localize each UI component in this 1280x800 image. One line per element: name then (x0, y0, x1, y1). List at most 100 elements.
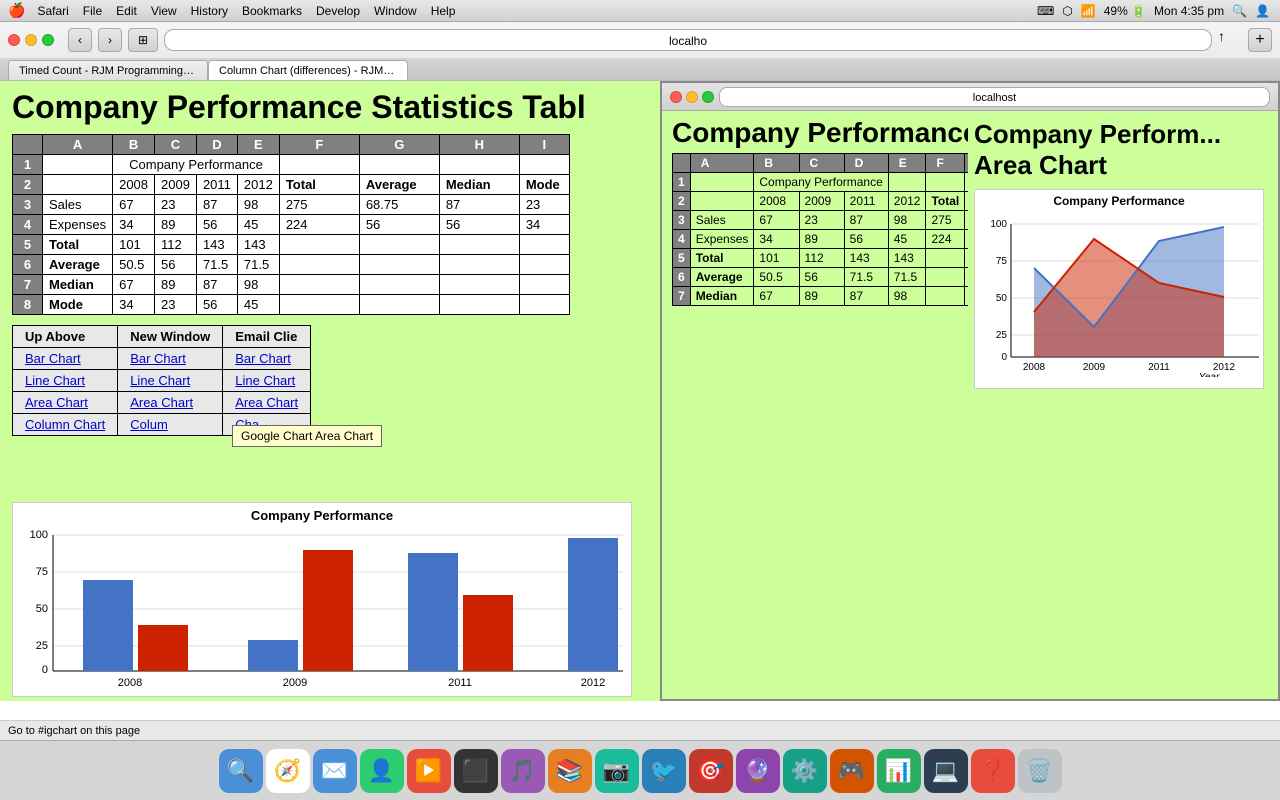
svg-text:2011: 2011 (448, 677, 472, 688)
dock-youtube-icon[interactable]: ▶️ (407, 749, 451, 793)
svg-text:0: 0 (42, 664, 48, 676)
tab-1[interactable]: Timed Count - RJM Programming - December… (8, 60, 208, 80)
dock-finder-icon[interactable]: 🔍 (219, 749, 263, 793)
nav-barchart-2[interactable]: Bar Chart (118, 348, 223, 370)
back-button[interactable]: ‹ (68, 28, 92, 52)
cell-2-h: Median (439, 175, 519, 195)
cell-4-f: 224 (279, 215, 359, 235)
nav-barchart-3[interactable]: Bar Chart (223, 348, 311, 370)
cell-3-e: 98 (237, 195, 279, 215)
cell-3-h: 87 (439, 195, 519, 215)
dock-music-icon[interactable]: 🎵 (501, 749, 545, 793)
nav-link-barchart-1[interactable]: Bar Chart (25, 351, 81, 366)
sw-maximize-btn[interactable] (702, 91, 714, 103)
address-bar[interactable]: localho (164, 29, 1212, 51)
row-3: 3 (13, 195, 43, 215)
dock-app-icon-1[interactable]: 🎯 (689, 749, 733, 793)
svg-text:25: 25 (36, 640, 48, 652)
dock-trash-icon[interactable]: 🗑️ (1018, 749, 1062, 793)
nav-link-barchart-3[interactable]: Bar Chart (235, 351, 291, 366)
bar-2011-expenses (463, 595, 513, 671)
tab-2[interactable]: Column Chart (differences) - RJM Prog... (208, 60, 408, 80)
sw-cell-6f (926, 268, 965, 287)
svg-text:25: 25 (996, 330, 1008, 341)
share-button[interactable]: ↑ (1218, 28, 1242, 52)
sw-close-btn[interactable] (670, 91, 682, 103)
menu-develop[interactable]: Develop (316, 4, 360, 18)
nav-link-areachart-2[interactable]: Area Chart (130, 395, 193, 410)
menu-edit[interactable]: Edit (116, 4, 137, 18)
nav-link-barchart-2[interactable]: Bar Chart (130, 351, 186, 366)
show-tab-button[interactable]: ⊞ (128, 28, 158, 52)
dock-twitter-icon[interactable]: 🐦 (642, 749, 686, 793)
menu-view[interactable]: View (151, 4, 177, 18)
nav-link-columnchart-2[interactable]: Colum (130, 417, 168, 432)
dock-safari-icon[interactable]: 🧭 (266, 749, 310, 793)
nav-barchart-1[interactable]: Bar Chart (13, 348, 118, 370)
menu-file[interactable]: File (83, 4, 102, 18)
row-8: 8 (13, 295, 43, 315)
sw-subtitle: Company Perform...Area Chart (974, 119, 1272, 181)
sw-cell-3a: Sales (690, 211, 754, 230)
row-1: 1 (13, 155, 43, 175)
nav-linechart-2[interactable]: Line Chart (118, 370, 223, 392)
dock-mail-icon[interactable]: ✉️ (313, 749, 357, 793)
cell-1-h (439, 155, 519, 175)
close-button[interactable] (8, 34, 20, 46)
sw-minimize-btn[interactable] (686, 91, 698, 103)
dock-terminal-icon[interactable]: ⬛ (454, 749, 498, 793)
cell-5-g (359, 235, 439, 255)
new-tab-button[interactable]: + (1248, 28, 1272, 52)
dock-app-icon-3[interactable]: ⚙️ (783, 749, 827, 793)
nav-columnchart-2[interactable]: Colum (118, 414, 223, 436)
dock: 🔍 🧭 ✉️ 👤 ▶️ ⬛ 🎵 📚 📷 🐦 🎯 🔮 ⚙️ 🎮 📊 💻 ❓ 🗑️ (0, 740, 1280, 800)
col-header-e: E (237, 135, 279, 155)
dock-facetime-icon[interactable]: 📷 (595, 749, 639, 793)
nav-areachart-3[interactable]: Area Chart (223, 392, 311, 414)
dock-app-icon-6[interactable]: 💻 (924, 749, 968, 793)
nav-link-linechart-1[interactable]: Line Chart (25, 373, 85, 388)
nav-link-linechart-3[interactable]: Line Chart (235, 373, 295, 388)
menu-window[interactable]: Window (374, 4, 417, 18)
sw-cell-2c: 2009 (799, 192, 844, 211)
nav-link-areachart-3[interactable]: Area Chart (235, 395, 298, 410)
sw-cell-6b: 50.5 (754, 268, 799, 287)
second-window: localhost Company Performance Statistics… (660, 81, 1280, 701)
cell-2-e: 2012 (237, 175, 279, 195)
apple-menu[interactable]: 🍎 (8, 2, 25, 19)
nav-linechart-3[interactable]: Line Chart (223, 370, 311, 392)
cell-7-f (279, 275, 359, 295)
svg-text:2009: 2009 (1083, 362, 1106, 373)
dock-book-icon[interactable]: 📚 (548, 749, 592, 793)
sw-cell-2d: 2011 (844, 192, 888, 211)
dock-app-icon-5[interactable]: 📊 (877, 749, 921, 793)
sw-col-d: D (844, 154, 888, 173)
dock-contacts-icon[interactable]: 👤 (360, 749, 404, 793)
minimize-button[interactable] (25, 34, 37, 46)
dock-app-icon-2[interactable]: 🔮 (736, 749, 780, 793)
sw-cell-4f: 224 (926, 230, 965, 249)
nav-link-columnchart-1[interactable]: Column Chart (25, 417, 105, 432)
tooltip-text: Google Chart Area Chart (241, 429, 373, 443)
menu-safari[interactable]: Safari (37, 4, 68, 18)
forward-button[interactable]: › (98, 28, 122, 52)
nav-header-newwindow: New Window (118, 326, 223, 348)
bar-chart-title: Company Performance (13, 503, 631, 523)
nav-columnchart-1[interactable]: Column Chart (13, 414, 118, 436)
menu-help[interactable]: Help (431, 4, 456, 18)
nav-link-areachart-1[interactable]: Area Chart (25, 395, 88, 410)
nav-linechart-1[interactable]: Line Chart (13, 370, 118, 392)
menu-bookmarks[interactable]: Bookmarks (242, 4, 302, 18)
menu-account-icon[interactable]: 👤 (1255, 4, 1270, 18)
menu-history[interactable]: History (191, 4, 228, 18)
col-header-i: I (519, 135, 569, 155)
maximize-button[interactable] (42, 34, 54, 46)
nav-link-linechart-2[interactable]: Line Chart (130, 373, 190, 388)
nav-areachart-1[interactable]: Area Chart (13, 392, 118, 414)
sw-cell-5e: 143 (888, 249, 926, 268)
dock-app-icon-4[interactable]: 🎮 (830, 749, 874, 793)
nav-areachart-2[interactable]: Area Chart (118, 392, 223, 414)
dock-app-icon-7[interactable]: ❓ (971, 749, 1015, 793)
menu-search-icon[interactable]: 🔍 (1232, 4, 1247, 18)
sw-address-bar[interactable]: localhost (719, 87, 1270, 107)
